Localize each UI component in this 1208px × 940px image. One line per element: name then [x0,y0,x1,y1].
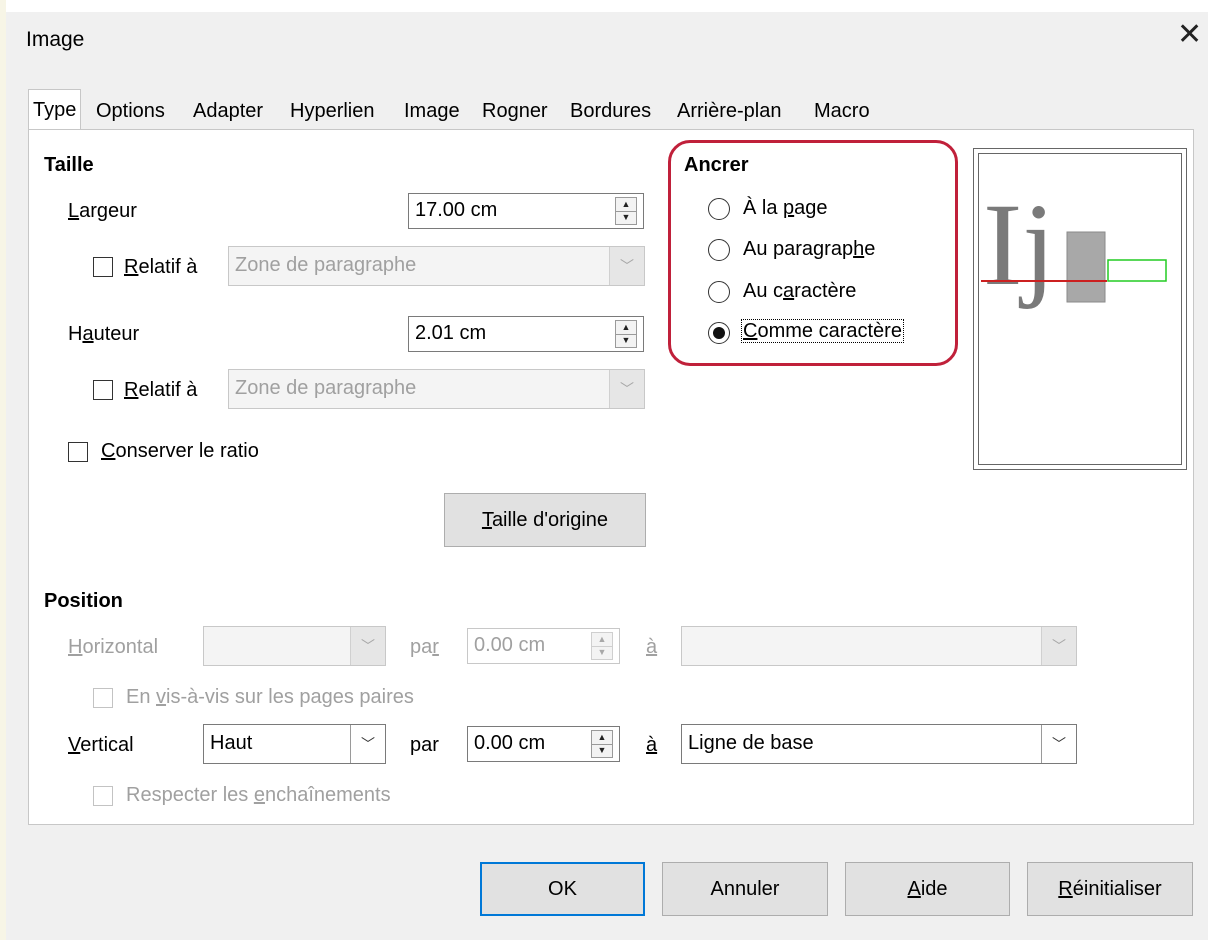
reset-button[interactable]: Réinitialiser [1027,862,1193,916]
preview-graphic: Ij [981,179,1167,310]
vertical-combo[interactable]: Haut ﹀ [203,724,386,764]
spin-up-icon[interactable]: ▲ [616,198,636,212]
largeur-value[interactable]: 17.00 cm [415,199,497,222]
hauteur-spinner[interactable]: 2.01 cm ▲ ▼ [408,316,644,352]
chevron-down-icon[interactable]: ﹀ [350,627,385,665]
vertical-label: Vertical [68,734,134,756]
hauteur-relative-combo[interactable]: Zone de paragraphe ﹀ [228,369,645,409]
horizontal-a-label: à [646,636,658,658]
tab-image[interactable]: Image [400,92,464,128]
spin-up-icon[interactable]: ▲ [592,731,612,745]
follow-text-flow-label: Respecter les enchaînements [126,784,391,806]
cancel-button[interactable]: Annuler [662,862,828,916]
largeur-spinner[interactable]: 17.00 cm ▲ ▼ [408,193,644,229]
preview-image-box [1066,231,1106,303]
tab-adapter[interactable]: Adapter [189,92,267,128]
chevron-down-icon[interactable]: ﹀ [350,725,385,763]
spin-up-icon[interactable]: ▲ [592,633,612,647]
vertical-stepper[interactable]: ▲ ▼ [591,730,613,758]
vertical-a-label: à [646,734,658,756]
largeur-stepper[interactable]: ▲ ▼ [615,197,637,225]
tab-arriere-plan[interactable]: Arrière-plan [673,92,785,128]
tab-type[interactable]: Type [28,89,82,129]
vertical-spinner[interactable]: 0.00 cm ▲ ▼ [467,726,620,762]
tab-bordures[interactable]: Bordures [566,92,655,128]
spin-up-icon[interactable]: ▲ [616,321,636,335]
position-heading: Position [44,590,123,612]
help-button[interactable]: Aide [845,862,1010,916]
vertical-par-label: par [410,734,439,756]
mirror-label: En vis-à-vis sur les pages paires [126,686,414,708]
hauteur-stepper[interactable]: ▲ ▼ [615,320,637,348]
tab-hyperlien[interactable]: Hyperlien [286,92,378,128]
chevron-down-icon[interactable]: ﹀ [609,247,644,285]
follow-text-flow-checkbox[interactable] [93,786,113,806]
chevron-down-icon[interactable]: ﹀ [609,370,644,408]
horizontal-label: Horizontal [68,636,159,658]
original-size-button[interactable]: Taille d'origine [444,493,646,547]
annotation-highlight [668,140,958,366]
top-strip [0,0,1208,12]
largeur-relative-combo[interactable]: Zone de paragraphe ﹀ [228,246,645,286]
tab-macro[interactable]: Macro [810,92,874,128]
hauteur-relative-checkbox[interactable] [93,380,113,400]
largeur-relative-label: Relatif à [124,256,198,278]
hauteur-label: Hauteur [68,323,140,345]
dialog-title: Image [26,28,85,51]
horizontal-spinner[interactable]: 0.00 cm ▲ ▼ [467,628,620,664]
largeur-relative-checkbox[interactable] [93,257,113,277]
spin-down-icon[interactable]: ▼ [592,646,612,659]
spin-down-icon[interactable]: ▼ [616,334,636,347]
vertical-target-combo[interactable]: Ligne de base ﹀ [681,724,1077,764]
chevron-down-icon[interactable]: ﹀ [1041,725,1076,763]
keep-ratio-label: Conserver le ratio [101,440,259,462]
tab-rogner[interactable]: Rogner [478,92,552,128]
horizontal-combo[interactable]: ﹀ [203,626,386,666]
horizontal-par-label: par [410,636,439,658]
hauteur-value[interactable]: 2.01 cm [415,322,486,345]
keep-ratio-checkbox[interactable] [68,442,88,462]
largeur-label: Largeur [68,200,137,222]
chevron-down-icon[interactable]: ﹀ [1041,627,1076,665]
ok-button[interactable]: OK [480,862,645,916]
spin-down-icon[interactable]: ▼ [616,211,636,224]
mirror-checkbox[interactable] [93,688,113,708]
left-strip [0,0,6,940]
spin-down-icon[interactable]: ▼ [592,744,612,757]
preview-glyphs: Ij [983,179,1055,310]
image-dialog: Image ✕ Type Options Adapter Hyperlien I… [0,0,1208,940]
close-icon[interactable]: ✕ [1177,20,1202,50]
horizontal-stepper[interactable]: ▲ ▼ [591,632,613,660]
hauteur-relative-label: Relatif à [124,379,198,401]
horizontal-target-combo[interactable]: ﹀ [681,626,1077,666]
tab-options[interactable]: Options [92,92,169,128]
preview-frame: Ij [978,153,1182,465]
preview-frame-box [1107,259,1167,282]
anchor-preview: Ij [973,148,1187,470]
taille-heading: Taille [44,154,94,176]
